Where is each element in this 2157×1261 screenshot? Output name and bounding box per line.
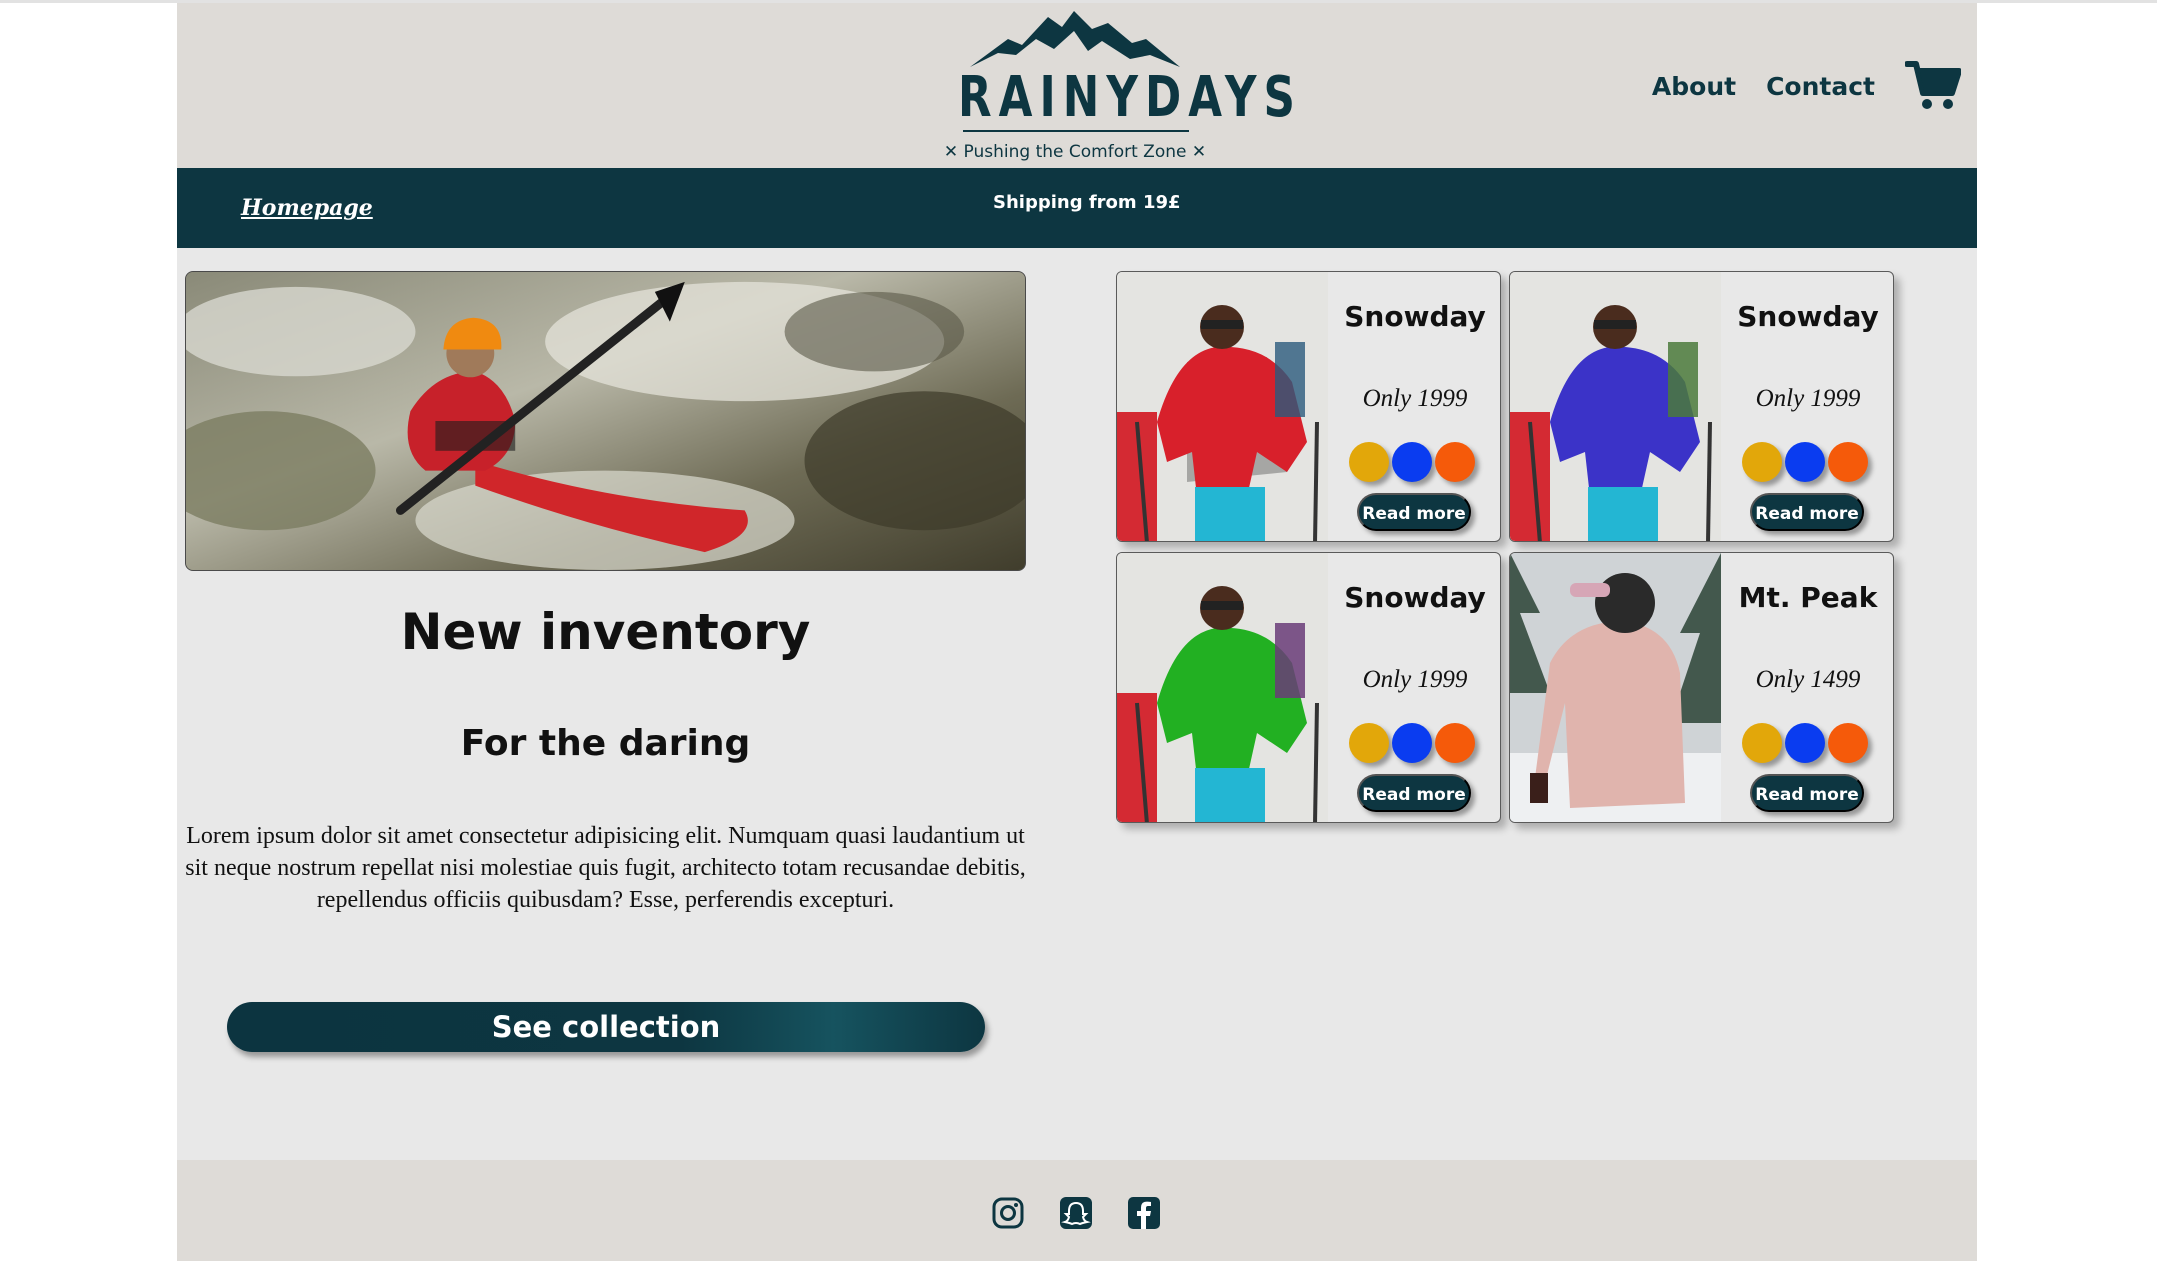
color-swatch-yellow[interactable] — [1742, 442, 1782, 482]
brand-logo[interactable]: RAINYDAYS ✕ Pushing the Comfort Zone ✕ — [925, 9, 1303, 164]
homepage-link[interactable]: Homepage — [241, 195, 373, 221]
product-card[interactable]: Snowday Only 1999 Read more — [1116, 271, 1501, 542]
product-name: Snowday — [1344, 300, 1486, 333]
product-price: Only 1999 — [1362, 666, 1468, 693]
color-swatch-blue[interactable] — [1785, 723, 1825, 763]
product-name: Snowday — [1737, 300, 1879, 333]
color-swatch-yellow[interactable] — [1349, 442, 1389, 482]
product-name: Mt. Peak — [1738, 581, 1878, 614]
mountain-icon — [970, 11, 1180, 67]
site-header: RAINYDAYS ✕ Pushing the Comfort Zone ✕ A… — [177, 3, 1977, 168]
color-swatch-orange[interactable] — [1828, 442, 1868, 482]
product-price: Only 1999 — [1362, 385, 1468, 412]
product-card[interactable]: Mt. Peak Only 1499 Read more — [1509, 552, 1894, 823]
section-body-text: Lorem ipsum dolor sit amet consectetur a… — [185, 823, 1026, 913]
color-swatch-blue[interactable] — [1392, 723, 1432, 763]
product-price: Only 1499 — [1755, 666, 1861, 693]
brand-tagline: ✕ Pushing the Comfort Zone ✕ — [943, 142, 1207, 162]
product-card[interactable]: Snowday Only 1999 Read more — [1116, 552, 1501, 823]
color-swatch-blue[interactable] — [1392, 442, 1432, 482]
color-swatches — [1742, 723, 1872, 763]
color-swatch-yellow[interactable] — [1742, 723, 1782, 763]
color-swatch-orange[interactable] — [1828, 723, 1868, 763]
product-image — [1117, 553, 1328, 822]
product-card[interactable]: Snowday Only 1999 Read more — [1509, 271, 1894, 542]
product-image — [1510, 553, 1721, 822]
site-footer — [177, 1160, 1977, 1261]
product-image — [1510, 272, 1721, 541]
hero-image-kayaker — [185, 271, 1026, 571]
read-more-button[interactable]: Read more — [1357, 774, 1471, 812]
snapchat-icon[interactable] — [1060, 1197, 1092, 1229]
color-swatches — [1349, 442, 1479, 482]
product-name: Snowday — [1344, 581, 1486, 614]
color-swatch-blue[interactable] — [1785, 442, 1825, 482]
info-bar: Homepage Shipping from 19£ — [177, 168, 1977, 248]
brand-divider — [963, 130, 1189, 132]
facebook-icon[interactable] — [1128, 1197, 1160, 1229]
page: RAINYDAYS ✕ Pushing the Comfort Zone ✕ A… — [177, 3, 1977, 1261]
shipping-info: Shipping from 19£ — [993, 192, 1181, 213]
product-image — [1117, 272, 1328, 541]
read-more-button[interactable]: Read more — [1357, 493, 1471, 531]
social-links — [992, 1197, 1160, 1229]
nav-contact-link[interactable]: Contact — [1766, 72, 1875, 101]
color-swatch-orange[interactable] — [1435, 723, 1475, 763]
section-subtitle: For the daring — [460, 723, 751, 764]
see-collection-button[interactable]: See collection — [227, 1002, 985, 1052]
color-swatches — [1349, 723, 1479, 763]
main-nav: About Contact — [1652, 60, 1962, 112]
color-swatches — [1742, 442, 1872, 482]
brand-name: RAINYDAYS — [958, 65, 1303, 130]
shopping-cart-icon[interactable] — [1904, 60, 1962, 112]
section-title: New inventory — [400, 603, 811, 661]
read-more-button[interactable]: Read more — [1750, 774, 1864, 812]
instagram-icon[interactable] — [992, 1197, 1024, 1229]
nav-about-link[interactable]: About — [1652, 72, 1736, 101]
read-more-button[interactable]: Read more — [1750, 493, 1864, 531]
color-swatch-orange[interactable] — [1435, 442, 1475, 482]
color-swatch-yellow[interactable] — [1349, 723, 1389, 763]
product-price: Only 1999 — [1755, 385, 1861, 412]
